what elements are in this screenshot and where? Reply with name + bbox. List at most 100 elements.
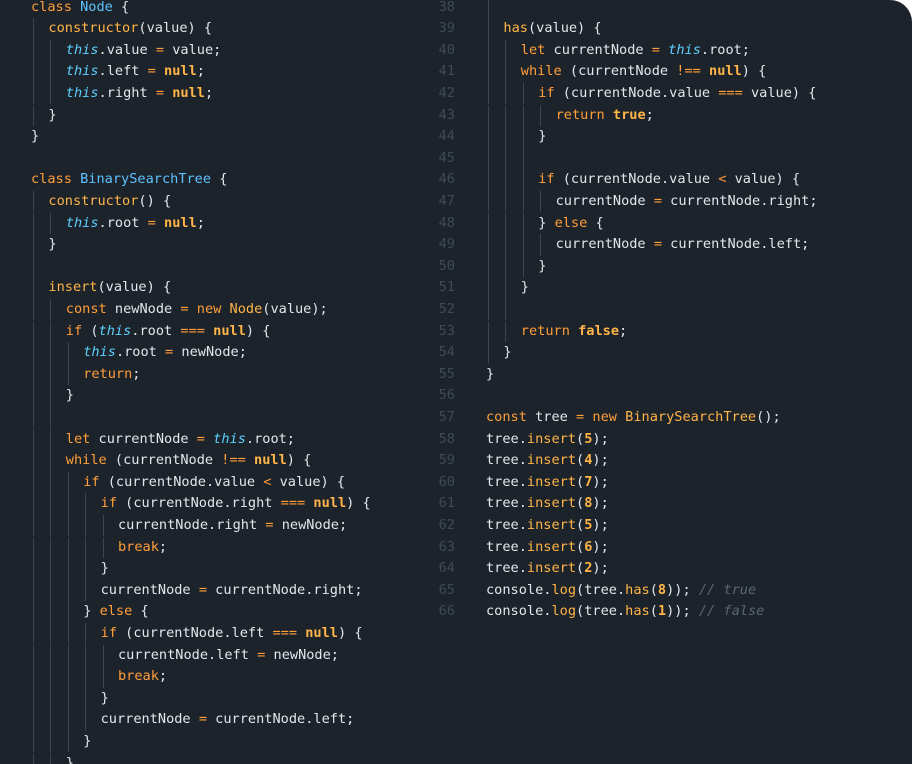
code-line: this.value = value; [0, 39, 435, 62]
code-token: ( [576, 473, 585, 490]
code-token: === [280, 495, 306, 512]
code-line: 43 return true; [425, 104, 912, 127]
code-text: currentNode.left = newNode; [118, 645, 339, 667]
code-token: else [554, 214, 588, 231]
code-token: null [213, 322, 246, 339]
code-line: class BinarySearchTree { [0, 169, 435, 191]
code-token: ) { [245, 322, 271, 339]
indent-guide [33, 320, 34, 343]
code-line: 65 console.log(tree.has(8)); // true [425, 580, 912, 602]
code-token: null [172, 84, 205, 101]
code-token: ( [576, 452, 585, 469]
indent-guide [488, 234, 489, 256]
code-token: if [538, 84, 555, 101]
code-text: } [486, 364, 494, 386]
indent-guide [33, 687, 34, 710]
code-token: (currentNode [106, 452, 222, 469]
indent-guide [50, 622, 52, 645]
indent-guide [522, 190, 524, 213]
code-token: this [668, 41, 701, 58]
code-text: console.log(tree.has(8)); // true [486, 580, 756, 602]
indent-guide [33, 406, 34, 429]
code-line: insert(value) { [0, 277, 435, 299]
code-token: (currentNode [561, 63, 677, 80]
code-token: insert [526, 560, 577, 577]
code-token: currentNode.right [118, 516, 266, 533]
code-text: } else { [83, 601, 149, 623]
code-line: let currentNode = this.root; [0, 428, 435, 451]
code-token: this [65, 41, 99, 58]
line-number: 47 [438, 192, 455, 209]
code-token: new [592, 408, 617, 425]
indent-guide [85, 558, 87, 580]
code-token: this [83, 344, 116, 361]
code-line: } [0, 104, 435, 127]
code-text: const newNode = new Node(value); [66, 299, 328, 321]
code-line: constructor() { [0, 190, 435, 213]
code-token: ; [204, 84, 214, 101]
indent-guide [33, 493, 34, 515]
indent-guide [505, 39, 507, 62]
indent-guide [50, 579, 52, 602]
code-token: 8 [657, 581, 667, 598]
code-line: } [0, 385, 435, 407]
code-token: constructor [48, 20, 139, 37]
indent-guide [505, 190, 507, 213]
indent-guide [102, 536, 104, 559]
indent-guide [85, 579, 87, 602]
code-token: { [112, 0, 130, 15]
code-token: new [196, 300, 222, 317]
code-token: newNode [106, 300, 181, 317]
code-token: // true [698, 581, 757, 598]
indent-guide [33, 277, 34, 299]
indent-guide [67, 363, 69, 386]
code-token: newNode; [265, 646, 340, 663]
code-line: 57 const tree = new BinarySearchTree(); [425, 407, 912, 429]
code-token: = [576, 408, 585, 425]
indent-guide [33, 385, 34, 407]
code-token: ); [592, 452, 609, 469]
code-token: } [83, 603, 100, 620]
code-token: currentNode.left; [207, 711, 355, 728]
code-text: tree.insert(5); [486, 515, 609, 537]
code-token: let [65, 430, 91, 447]
indent-guide [50, 644, 52, 667]
code-text: this.root = newNode; [83, 342, 247, 364]
code-token: null [164, 214, 197, 231]
code-token: } [65, 754, 74, 764]
code-token: const [65, 300, 107, 317]
code-token: this [213, 430, 246, 447]
code-token: console. [486, 603, 552, 620]
indent-guide [67, 644, 69, 667]
code-token: currentNode [545, 41, 652, 58]
code-token: } [100, 560, 109, 577]
code-token: (currentNode.left [116, 624, 273, 641]
code-token: insert [526, 538, 577, 555]
code-token: null [254, 452, 287, 469]
code-token: return [520, 322, 570, 339]
code-line: 39 has(value) { [425, 18, 912, 40]
code-token: let [520, 41, 546, 58]
code-token: value) { [742, 84, 817, 101]
line-number: 65 [438, 581, 455, 598]
code-text: } [538, 256, 546, 278]
code-editor[interactable]: class Node {constructor(value) {this.val… [0, 0, 912, 764]
code-text: if (currentNode.value === value) { [538, 83, 816, 105]
code-text: tree.insert(6); [486, 537, 609, 559]
code-line: currentNode = currentNode.right; [0, 579, 435, 602]
code-token: insert [526, 495, 577, 512]
indent-guide [33, 255, 34, 278]
code-token: has [503, 20, 528, 37]
line-number: 38 [438, 0, 455, 15]
code-token: ( [576, 516, 585, 533]
code-token: = [653, 192, 662, 209]
code-token: } [48, 236, 57, 253]
indent-guide [488, 61, 489, 83]
